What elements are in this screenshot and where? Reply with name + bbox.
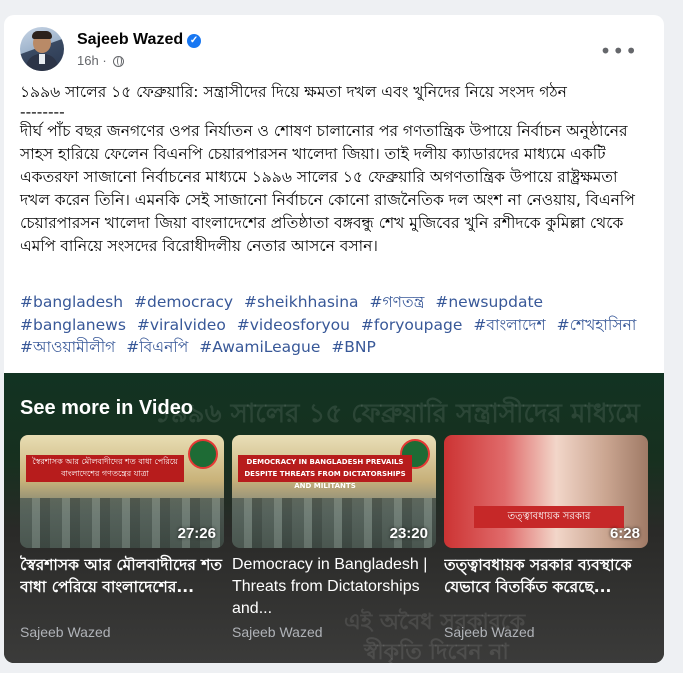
video-thumbnail-2[interactable]: DEMOCRACY IN BANGLADESH PREVAILS DESPITE…	[232, 435, 436, 548]
author-avatar[interactable]	[20, 27, 64, 71]
hashtag-link[interactable]: #foryoupage	[361, 316, 463, 334]
video-duration-2: 23:20	[389, 525, 428, 542]
post-divider: --------	[20, 103, 65, 121]
post-header: Sajeeb Wazed ✓ 16h · •••	[20, 27, 648, 75]
video-card-2[interactable]: DEMOCRACY IN BANGLADESH PREVAILS DESPITE…	[232, 435, 436, 640]
post-meta: 16h ·	[77, 53, 125, 68]
thumbnail-banner-3: তত্ত্বাবধায়ক সরকার	[474, 506, 624, 528]
post-headline: ১৯৯৬ সালের ১৫ ফেব্রুয়ারি: সন্ত্রাসীদের …	[20, 83, 567, 101]
hashtag-link[interactable]: #বাংলাদেশ	[473, 316, 545, 334]
video-duration-3: 6:28	[609, 525, 640, 542]
post-body: দীর্ঘ পাঁচ বছর জনগণের ওপর নির্যাতন ও শোষ…	[20, 122, 640, 255]
thumbnail-banner-2: DEMOCRACY IN BANGLADESH PREVAILS DESPITE…	[238, 455, 412, 490]
thumbnail-banner-1: স্বৈরশাসক আর মৌলবাদীদের শত বাধা পেরিয়ে …	[26, 455, 184, 482]
video-title-3[interactable]: তত্ত্বাবধায়ক সরকার ব্যবস্থাকে যেভাবে বি…	[444, 554, 648, 620]
hashtag-link[interactable]: #viralvideo	[137, 316, 226, 334]
post-time[interactable]: 16h	[77, 53, 99, 68]
author-name-row: Sajeeb Wazed ✓	[77, 31, 202, 49]
hashtag-link[interactable]: #BNP	[331, 338, 376, 356]
video-author-3[interactable]: Sajeeb Wazed	[444, 624, 648, 640]
post-text: ১৯৯৬ সালের ১৫ ফেব্রুয়ারি: সন্ত্রাসীদের …	[20, 81, 650, 258]
author-name[interactable]: Sajeeb Wazed	[77, 31, 183, 48]
more-options-icon[interactable]: •••	[600, 39, 638, 63]
video-title-1[interactable]: স্বৈরশাসক আর মৌলবাদীদের শত বাধা পেরিয়ে …	[20, 554, 224, 620]
hashtag-link[interactable]: #AwamiLeague	[199, 338, 320, 356]
video-card-3[interactable]: তত্ত্বাবধায়ক সরকার 6:28 তত্ত্বাবধায়ক স…	[444, 435, 648, 640]
video-title-2[interactable]: Democracy in Bangladesh | Threats from D…	[232, 554, 436, 620]
see-more-heading: See more in Video	[20, 397, 194, 419]
verified-badge-icon: ✓	[187, 34, 202, 48]
hashtag-list: #bangladesh #democracy #sheikhhasina #গণ…	[20, 291, 650, 359]
video-thumbnail-1[interactable]: স্বৈরশাসক আর মৌলবাদীদের শত বাধা পেরিয়ে …	[20, 435, 224, 548]
video-author-2[interactable]: Sajeeb Wazed	[232, 624, 436, 640]
hashtag-link[interactable]: #banglanews	[20, 316, 126, 334]
hashtag-link[interactable]: #sheikhhasina	[244, 293, 359, 311]
video-thumbnail-3[interactable]: তত্ত্বাবধায়ক সরকার 6:28	[444, 435, 648, 548]
hashtag-link[interactable]: #bangladesh	[20, 293, 123, 311]
hashtag-link[interactable]: #গণতন্ত্র	[370, 293, 425, 311]
video-duration-1: 27:26	[177, 525, 216, 542]
post-card: Sajeeb Wazed ✓ 16h · ••• ১৯৯৬ সালের ১৫ ফে…	[4, 15, 664, 663]
hashtag-link[interactable]: #democracy	[134, 293, 233, 311]
globe-icon	[113, 56, 125, 67]
hashtag-link[interactable]: #বিএনপি	[126, 338, 188, 356]
background-text-1: ১৯৯৬ সালের ১৫ ফেব্রুয়ারি সন্ত্রাসীদের ম…	[154, 399, 640, 429]
hashtag-link[interactable]: #videosforyou	[237, 316, 350, 334]
hashtag-link[interactable]: #শেখহাসিনা	[557, 316, 637, 334]
hashtag-link[interactable]: #newsupdate	[435, 293, 543, 311]
party-logo-icon	[188, 439, 218, 469]
see-more-video-section: ১৯৯৬ সালের ১৫ ফেব্রুয়ারি সন্ত্রাসীদের ম…	[4, 373, 664, 663]
video-author-1[interactable]: Sajeeb Wazed	[20, 624, 224, 640]
video-card-1[interactable]: স্বৈরশাসক আর মৌলবাদীদের শত বাধা পেরিয়ে …	[20, 435, 224, 640]
hashtag-link[interactable]: #আওয়ামীলীগ	[20, 338, 115, 356]
